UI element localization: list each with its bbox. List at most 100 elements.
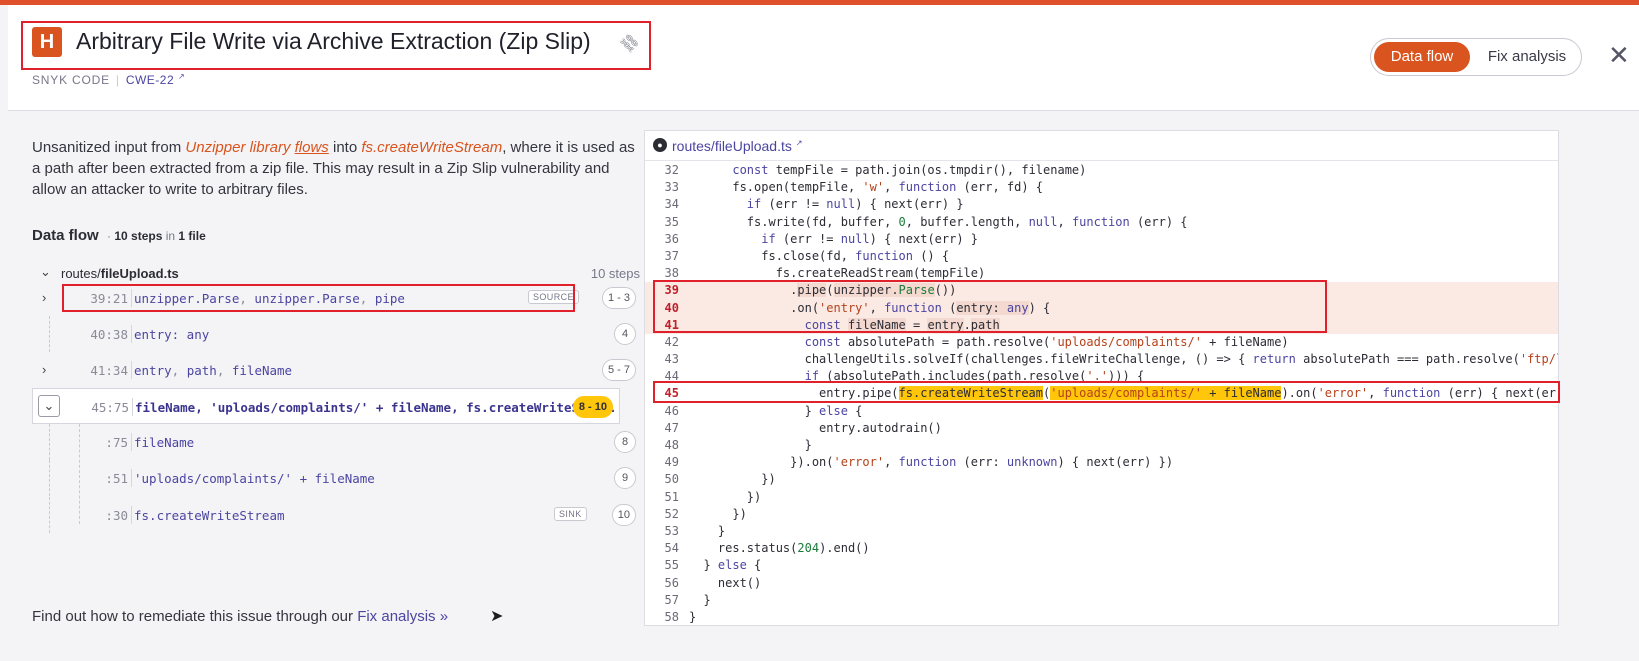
code-line: 32 const tempFile = path.join(os.tmpdir(… bbox=[645, 162, 1558, 179]
cwe-label: CWE-22 bbox=[125, 73, 175, 87]
step-code: fs.createWriteStream bbox=[134, 508, 285, 523]
line-number: 55 bbox=[664, 558, 679, 573]
sink-highlight-box bbox=[653, 381, 1560, 403]
step-code: fileName, 'uploads/complaints/' + fileNa… bbox=[135, 400, 617, 415]
code-line: 58} bbox=[645, 609, 1558, 625]
step-code: fileName bbox=[134, 435, 195, 450]
line-number: 32 bbox=[664, 163, 679, 177]
code-line: 34 if (err != null) { next(err) } bbox=[645, 196, 1558, 213]
divider bbox=[131, 469, 132, 487]
meta-in: in bbox=[165, 229, 176, 243]
tree-line bbox=[49, 316, 50, 352]
desc-text: Unsanitized input from bbox=[32, 139, 186, 156]
code-line: 50 }) bbox=[645, 471, 1558, 488]
code-line: 42 const absolutePath = path.resolve('up… bbox=[645, 334, 1558, 351]
line-number: 46 bbox=[664, 403, 679, 418]
step-row[interactable]: 40:38 entry: any 4 bbox=[32, 316, 642, 352]
meta-separator: · bbox=[107, 229, 111, 243]
data-flow-title: Data flow bbox=[32, 227, 99, 244]
meta-steps: 10 steps bbox=[114, 229, 163, 243]
meta-files: 1 file bbox=[178, 229, 206, 243]
view-toggle: Data flow Fix analysis bbox=[1370, 38, 1582, 76]
line-number: 53 bbox=[664, 523, 679, 538]
step-location: 45:75 bbox=[91, 400, 129, 415]
github-icon: ● bbox=[653, 138, 667, 152]
line-number: 54 bbox=[664, 541, 679, 556]
issue-title: Arbitrary File Write via Archive Extract… bbox=[76, 28, 591, 54]
line-number: 51 bbox=[664, 489, 679, 504]
remedy-text: Find out how to remediate this issue thr… bbox=[32, 608, 358, 625]
code-line: 54 res.status(204).end() bbox=[645, 540, 1558, 557]
divider bbox=[131, 506, 132, 524]
step-code: entry: any bbox=[134, 327, 210, 342]
data-flow-meta: · 10 steps in 1 file bbox=[107, 229, 206, 243]
severity-badge: H bbox=[32, 27, 62, 57]
step-location: :75 bbox=[105, 435, 128, 450]
line-number: 37 bbox=[664, 248, 679, 263]
chevron-right-icon[interactable]: › bbox=[42, 362, 46, 377]
code-line: 37 fs.close(fd, function () { bbox=[645, 248, 1558, 265]
step-location: 41:34 bbox=[90, 363, 128, 378]
cwe-link[interactable]: CWE-22 ↗ bbox=[125, 72, 185, 87]
tab-data-flow[interactable]: Data flow bbox=[1374, 42, 1470, 72]
step-number: 5 - 7 bbox=[601, 359, 636, 381]
code-file-name: fileUpload.ts bbox=[714, 138, 792, 154]
code-line: 47 entry.autodrain() bbox=[645, 420, 1558, 437]
line-number: 57 bbox=[664, 592, 679, 607]
code-line: 53 } bbox=[645, 523, 1558, 540]
file-group-steps: 10 steps bbox=[590, 266, 640, 281]
tab-fix-analysis[interactable]: Fix analysis bbox=[1477, 42, 1577, 72]
file-name: fileUpload.ts bbox=[100, 266, 179, 281]
sink-badge: SINK bbox=[554, 507, 587, 521]
line-number: 56 bbox=[664, 575, 679, 590]
step-code: entry, path, fileName bbox=[134, 363, 293, 378]
line-number: 47 bbox=[664, 420, 679, 435]
line-number: 42 bbox=[664, 334, 679, 349]
chevron-down-icon[interactable]: ⌄ bbox=[40, 264, 51, 280]
fix-analysis-link[interactable]: Fix analysis » bbox=[357, 608, 448, 625]
step-row-active[interactable]: ⌄ 45:75 fileName, 'uploads/complaints/' … bbox=[32, 388, 620, 424]
step-row[interactable]: :51 'uploads/complaints/' + fileName 9 bbox=[32, 460, 642, 496]
code-line: 35 fs.write(fd, buffer, 0, buffer.length… bbox=[645, 214, 1558, 231]
tree-line bbox=[49, 497, 50, 533]
step-row[interactable]: :75 fileName 8 bbox=[32, 424, 642, 460]
code-file-link[interactable]: routes/fileUpload.ts ↗ bbox=[672, 138, 802, 154]
step-token: entry bbox=[134, 363, 172, 378]
line-number: 36 bbox=[664, 231, 679, 246]
step-code: 'uploads/complaints/' + fileName bbox=[134, 471, 375, 486]
code-line: 49 }).on('error', function (err: unknown… bbox=[645, 454, 1558, 471]
remediation-hint: Find out how to remediate this issue thr… bbox=[32, 608, 448, 625]
line-number: 49 bbox=[664, 455, 679, 470]
source-highlight-box bbox=[62, 284, 575, 312]
code-line: 56 next() bbox=[645, 575, 1558, 592]
line-number: 52 bbox=[664, 506, 679, 521]
code-file-header: ● routes/fileUpload.ts ↗ bbox=[645, 131, 1558, 161]
close-icon[interactable]: ✕ bbox=[1608, 40, 1630, 70]
step-location: 40:38 bbox=[90, 327, 128, 342]
mouse-cursor-icon: ➤ bbox=[490, 608, 504, 625]
code-file-prefix: routes/ bbox=[672, 138, 715, 154]
source-label: SNYK CODE bbox=[32, 73, 110, 87]
step-row[interactable]: › 41:34 entry, path, fileName 5 - 7 bbox=[32, 352, 642, 388]
line-number: 48 bbox=[664, 438, 679, 452]
chevron-right-icon[interactable]: › bbox=[42, 290, 46, 305]
tree-line bbox=[49, 460, 50, 496]
code-line: 33 fs.open(tempFile, 'w', function (err,… bbox=[645, 179, 1558, 196]
code-viewer: ● routes/fileUpload.ts ↗ 32 const tempFi… bbox=[644, 130, 1559, 626]
step-number: 9 bbox=[614, 467, 636, 489]
code-line: 52 }) bbox=[645, 506, 1558, 523]
step-row[interactable]: :30 fs.createWriteStream SINK 10 bbox=[32, 497, 642, 533]
file-prefix: routes/ bbox=[61, 266, 101, 281]
step-token: fileName bbox=[231, 363, 293, 378]
code-line: 51 }) bbox=[645, 489, 1558, 506]
step-number: 8 bbox=[614, 431, 636, 453]
line-number: 34 bbox=[664, 197, 679, 212]
chevron-down-icon[interactable]: ⌄ bbox=[38, 395, 60, 417]
step-token: path bbox=[186, 363, 217, 378]
step-location: :30 bbox=[105, 508, 128, 523]
step-number: 8 - 10 bbox=[572, 396, 613, 418]
divider bbox=[132, 398, 133, 416]
desc-sink: fs.createWriteStream bbox=[361, 139, 503, 156]
external-link-icon: ↗ bbox=[795, 138, 803, 148]
desc-source-link[interactable]: flows bbox=[295, 139, 329, 156]
